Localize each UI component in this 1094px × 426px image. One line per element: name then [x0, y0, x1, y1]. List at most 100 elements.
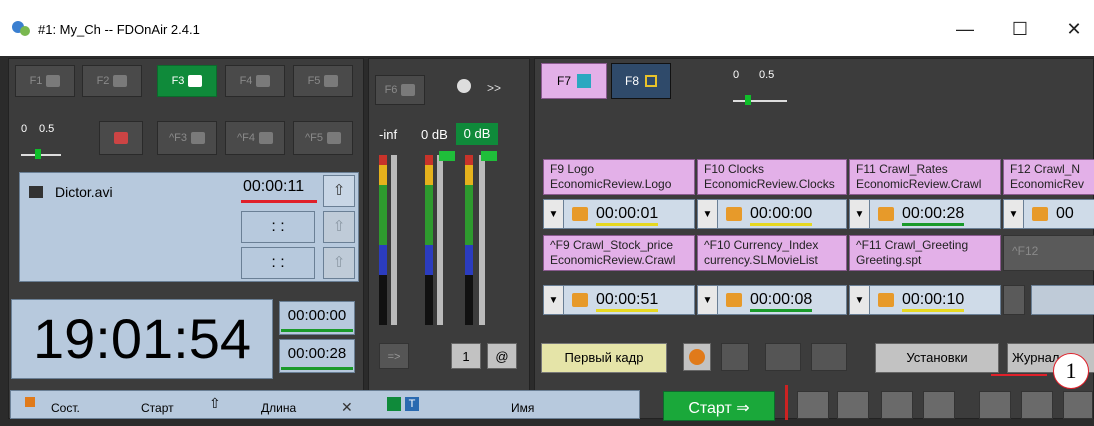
- dropdown-button[interactable]: ▼: [1004, 200, 1024, 228]
- dropdown-button[interactable]: ▼: [698, 200, 718, 228]
- loop-icon[interactable]: [726, 293, 742, 307]
- ctrl-f12-item[interactable]: ^F12: [1003, 235, 1094, 271]
- load-up-button-3[interactable]: ⇧: [323, 247, 355, 279]
- playlist-header: Сост. Старт ⇧ Длина ✕ T Имя: [10, 390, 640, 419]
- microphone-icon: [401, 84, 416, 96]
- load-up-button[interactable]: ⇧: [323, 175, 355, 207]
- f5-button[interactable]: F5: [293, 65, 353, 97]
- ctrl-f10-item[interactable]: ^F10 Currency_Index currency.SLMovieList: [697, 235, 847, 271]
- db-active-button[interactable]: 0 dB: [456, 123, 498, 145]
- db-label: 0 dB: [421, 127, 448, 142]
- loop-icon[interactable]: [878, 293, 894, 307]
- ctrl-f12-time: [1031, 285, 1094, 315]
- time-bottom-bar: [281, 367, 353, 370]
- ctrl-f12-dropdown[interactable]: [1003, 285, 1025, 315]
- f11-file: EconomicReview.Crawl: [856, 177, 982, 191]
- timer-button[interactable]: [683, 343, 711, 371]
- graphic-icon: [256, 75, 271, 87]
- fader-knob-2[interactable]: [439, 151, 455, 161]
- loop-icon[interactable]: [572, 207, 588, 221]
- ctrl-f4-button[interactable]: ^F4: [225, 121, 285, 155]
- graphic-icon: [191, 132, 205, 144]
- close-button[interactable]: ✕: [1054, 14, 1094, 44]
- ctrl-f4-label: ^F4: [237, 132, 255, 144]
- start-button[interactable]: Старт ⇒: [663, 391, 775, 421]
- minimize-button[interactable]: —: [945, 14, 985, 44]
- f10-file: EconomicReview.Clocks: [704, 177, 835, 191]
- volume-slider-knob[interactable]: [35, 149, 41, 159]
- f1-button[interactable]: F1: [15, 65, 75, 97]
- f10-controls: ▼ 00:00:00: [697, 199, 847, 229]
- callout-line: [991, 374, 1047, 376]
- dropdown-button[interactable]: ▼: [544, 286, 564, 314]
- fader-knob-3[interactable]: [481, 151, 497, 161]
- gfx-slider-knob[interactable]: [745, 95, 751, 105]
- f7-button[interactable]: F7: [541, 63, 607, 99]
- f9-file: EconomicReview.Logo: [550, 177, 672, 191]
- ctrl-f9-item[interactable]: ^F9 Crawl_Stock_price EconomicReview.Craw…: [543, 235, 695, 271]
- loop-icon[interactable]: [726, 207, 742, 221]
- col-state[interactable]: Сост.: [51, 401, 80, 415]
- grid-button[interactable]: [923, 391, 955, 419]
- loop-icon[interactable]: [1032, 207, 1048, 221]
- dropdown-button[interactable]: ▼: [544, 200, 564, 228]
- inf-label: -inf: [379, 127, 398, 142]
- first-frame-button[interactable]: Первый кадр: [541, 343, 667, 373]
- more-button[interactable]: >>: [487, 81, 501, 95]
- edit-button[interactable]: [837, 391, 869, 419]
- empty-time-1: : :: [241, 211, 315, 243]
- col-name[interactable]: Имя: [511, 401, 534, 415]
- f9-item[interactable]: F9 Logo EconomicReview.Logo: [543, 159, 695, 195]
- shuffle-icon: ✕: [341, 399, 353, 415]
- fader-track-1: [391, 155, 397, 325]
- f1-label: F1: [29, 75, 43, 87]
- arrow-button[interactable]: =>: [379, 343, 409, 369]
- ctrl-f3-button[interactable]: ^F3: [157, 121, 217, 155]
- graphic-icon: [46, 75, 61, 87]
- graphic-icon: [259, 132, 273, 144]
- monitor-button-2[interactable]: [765, 343, 801, 371]
- at-button[interactable]: @: [487, 343, 517, 369]
- dropdown-icon[interactable]: [457, 79, 471, 93]
- ctrl-f11-item[interactable]: ^F11 Crawl_Greeting Greeting.spt: [849, 235, 1001, 271]
- load-up-button-2[interactable]: ⇧: [323, 211, 355, 243]
- f4-button[interactable]: F4: [225, 65, 285, 97]
- no-graphics-icon: [114, 132, 128, 144]
- film-button[interactable]: [881, 391, 913, 419]
- col-start[interactable]: Старт: [141, 401, 174, 415]
- layout-button[interactable]: [1021, 391, 1053, 419]
- ctrl-f10-time: 00:00:08: [750, 291, 813, 312]
- monitor-button-1[interactable]: [721, 343, 749, 371]
- f11-item[interactable]: F11 Crawl_Rates EconomicReview.Crawl: [849, 159, 1001, 195]
- graphics-edit-button[interactable]: [979, 391, 1011, 419]
- f6-button[interactable]: F6: [375, 75, 425, 105]
- ctrl-f5-button[interactable]: ^F5: [293, 121, 353, 155]
- clip-name: Dictor.avi: [55, 184, 113, 200]
- maximize-button[interactable]: ☐: [1000, 14, 1040, 44]
- dropdown-button[interactable]: ▼: [698, 286, 718, 314]
- dropdown-button[interactable]: ▼: [850, 200, 870, 228]
- time-top-bar: [281, 329, 353, 332]
- loop-icon[interactable]: [572, 293, 588, 307]
- f8-button[interactable]: F8: [611, 63, 671, 99]
- gfx-slider-track[interactable]: [733, 100, 787, 102]
- f3-button[interactable]: F3: [157, 65, 217, 97]
- no-graphics-button[interactable]: [99, 121, 143, 155]
- title-bar: #1: My_Ch -- FDOnAir 2.4.1 — ☐ ✕: [0, 0, 1094, 56]
- f10-item[interactable]: F10 Clocks EconomicReview.Clocks: [697, 159, 847, 195]
- f2-button[interactable]: F2: [82, 65, 142, 97]
- settings-button[interactable]: Установки: [875, 343, 999, 373]
- record-button[interactable]: [797, 391, 829, 419]
- col-length[interactable]: Длина: [261, 401, 296, 415]
- text-button[interactable]: [1063, 391, 1093, 419]
- callout-badge: 1: [1053, 353, 1089, 389]
- dropdown-button[interactable]: ▼: [850, 286, 870, 314]
- button-1[interactable]: 1: [451, 343, 481, 369]
- monitor-button-3[interactable]: [811, 343, 847, 371]
- clock-icon: [689, 349, 705, 365]
- f12-item[interactable]: F12 Crawl_N EconomicRev: [1003, 159, 1094, 195]
- f12-time: 00: [1056, 205, 1074, 222]
- f10-key: F10 Clocks: [704, 162, 765, 176]
- loop-icon[interactable]: [878, 207, 894, 221]
- volume-slider-track[interactable]: [21, 154, 61, 156]
